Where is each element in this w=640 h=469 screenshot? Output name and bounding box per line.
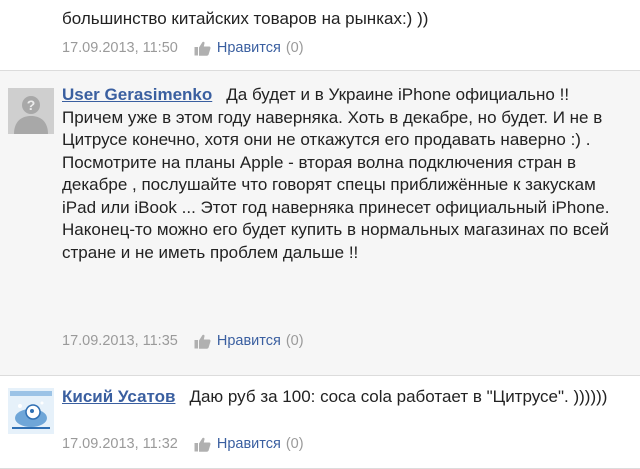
comment-author[interactable]: Кисий Усатов: [62, 387, 175, 406]
svg-text:?: ?: [27, 97, 36, 113]
comment-meta: 17.09.2013, 11:50 Нравится (0): [62, 40, 304, 56]
comment-meta: 17.09.2013, 11:32 Нравится (0): [62, 436, 304, 452]
thumbs-up-icon[interactable]: [194, 334, 211, 349]
comment-date: 17.09.2013, 11:32: [62, 436, 178, 452]
thumbs-up-icon[interactable]: [194, 437, 211, 452]
like-count: (0): [285, 333, 304, 349]
comment-body: User Gerasimenko Да будет и в Украине iPh…: [62, 84, 620, 264]
like-button[interactable]: Нравится: [217, 333, 281, 349]
blue-image-avatar-icon[interactable]: [8, 388, 54, 434]
comment: Кисий Усатов Даю руб за 100: coca cola ра…: [0, 376, 640, 469]
comment-date: 17.09.2013, 11:50: [62, 40, 178, 56]
comment-tail: большинство китайских товаров на рынках:…: [0, 0, 640, 71]
like-count: (0): [285, 436, 304, 452]
comment-text: Даю руб за 100: coca cola работает в "Ци…: [189, 387, 608, 406]
like-count: (0): [285, 40, 304, 56]
comment-author[interactable]: User Gerasimenko: [62, 85, 212, 104]
default-user-silhouette-icon[interactable]: ?: [8, 88, 54, 134]
comment-date: 17.09.2013, 11:35: [62, 333, 178, 349]
comment: ? User Gerasimenko Да будет и в Украине i…: [0, 71, 640, 376]
comment-meta: 17.09.2013, 11:35 Нравится (0): [62, 333, 304, 349]
comment-text: большинство китайских товаров на рынках:…: [62, 9, 429, 28]
like-button[interactable]: Нравится: [217, 436, 281, 452]
comment-text: Посмотрите на планы Apple - вторая волна…: [62, 152, 610, 262]
like-button[interactable]: Нравится: [217, 40, 281, 56]
comment-body: Кисий Усатов Даю руб за 100: coca cola ра…: [62, 386, 620, 409]
thumbs-up-icon[interactable]: [194, 41, 211, 56]
